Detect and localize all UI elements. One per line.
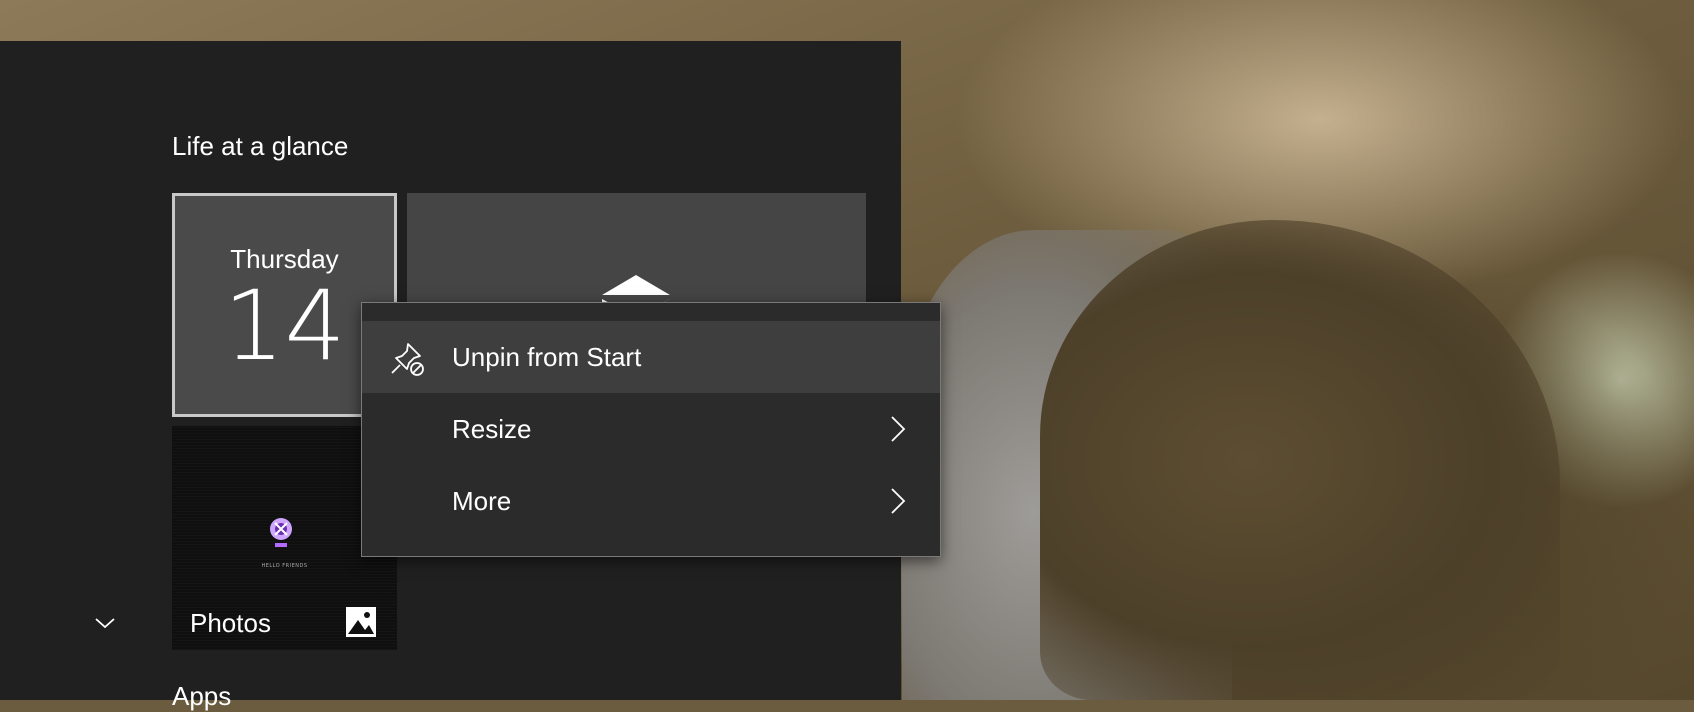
- tile-context-menu: Unpin from Start Resize More: [361, 302, 941, 557]
- chevron-right-icon: [891, 488, 906, 514]
- photos-tile-label: Photos: [190, 608, 271, 638]
- apps-section-title: Apps: [172, 681, 232, 711]
- unpin-icon: [391, 343, 424, 376]
- wallpaper-animal-leg: [1040, 220, 1560, 700]
- chevron-down-icon[interactable]: [94, 616, 116, 630]
- menu-item-label: Resize: [452, 414, 532, 444]
- menu-item-more[interactable]: More: [362, 465, 940, 537]
- menu-item-label: Unpin from Start: [452, 342, 642, 372]
- photo-thumbnail-art: [270, 518, 292, 547]
- photo-thumbnail-caption: HELLO FRIENDS: [261, 563, 308, 569]
- chevron-right-icon: [891, 416, 906, 442]
- photos-icon: [346, 607, 376, 637]
- tile-group-title[interactable]: Life at a glance: [172, 131, 348, 162]
- menu-item-unpin-from-start[interactable]: Unpin from Start: [362, 321, 940, 393]
- menu-item-resize[interactable]: Resize: [362, 393, 940, 465]
- menu-item-label: More: [452, 486, 512, 516]
